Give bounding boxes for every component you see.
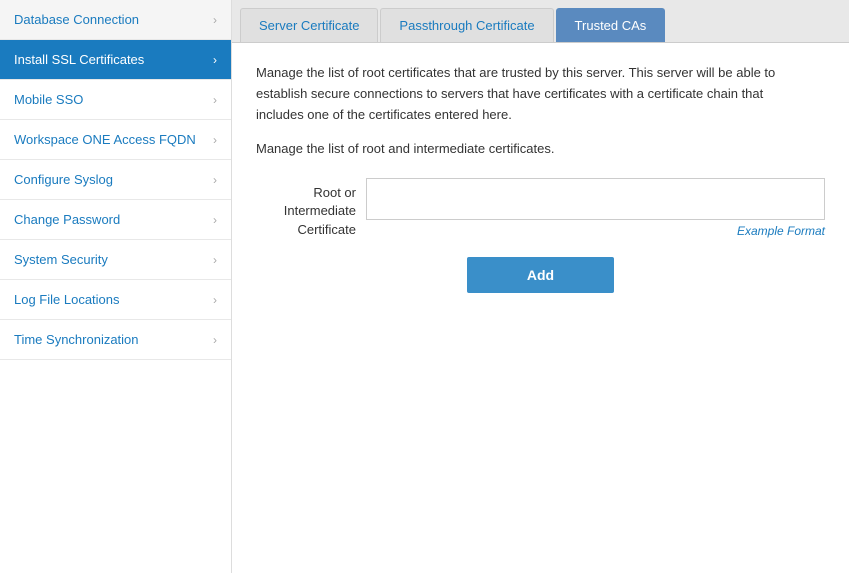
sidebar-item-time-synchronization[interactable]: Time Synchronization › [0,320,231,360]
sidebar-item-configure-syslog[interactable]: Configure Syslog › [0,160,231,200]
chevron-icon: › [213,173,217,187]
sidebar-item-label: Time Synchronization [14,332,139,347]
add-button[interactable]: Add [467,257,614,293]
sidebar-item-change-password[interactable]: Change Password › [0,200,231,240]
chevron-icon: › [213,253,217,267]
sidebar-item-database-connection[interactable]: Database Connection › [0,0,231,40]
chevron-icon: › [213,293,217,307]
add-button-container: Add [256,257,825,293]
cert-field-label: Root or Intermediate Certificate [256,178,356,239]
example-format-link[interactable]: Example Format [366,224,825,238]
sidebar-item-system-security[interactable]: System Security › [0,240,231,280]
sidebar-item-log-file-locations[interactable]: Log File Locations › [0,280,231,320]
sidebar-item-label: Log File Locations [14,292,120,307]
sidebar-item-label: Mobile SSO [14,92,83,107]
chevron-icon: › [213,13,217,27]
certificate-textarea[interactable] [366,178,825,220]
sidebar-item-label: Database Connection [14,12,139,27]
sidebar-item-label: System Security [14,252,108,267]
tab-passthrough-certificate[interactable]: Passthrough Certificate [380,8,553,42]
description-text-2: Manage the list of root and intermediate… [256,139,776,160]
description-text-1: Manage the list of root certificates tha… [256,63,776,125]
chevron-icon: › [213,53,217,67]
sidebar-item-label: Workspace ONE Access FQDN [14,132,196,147]
sidebar-item-label: Configure Syslog [14,172,113,187]
main-content: Server CertificatePassthrough Certificat… [232,0,849,573]
chevron-icon: › [213,333,217,347]
chevron-icon: › [213,93,217,107]
content-panel: Manage the list of root certificates tha… [232,43,849,573]
cert-field-row: Root or Intermediate Certificate Example… [256,178,825,239]
chevron-icon: › [213,213,217,227]
sidebar-item-workspace-one-access-fqdn[interactable]: Workspace ONE Access FQDN › [0,120,231,160]
sidebar-item-install-ssl-certificates[interactable]: Install SSL Certificates › [0,40,231,80]
tab-trusted-cas[interactable]: Trusted CAs [556,8,666,42]
tabs-bar: Server CertificatePassthrough Certificat… [232,0,849,43]
chevron-icon: › [213,133,217,147]
sidebar-item-label: Install SSL Certificates [14,52,144,67]
sidebar-item-label: Change Password [14,212,120,227]
sidebar-item-mobile-sso[interactable]: Mobile SSO › [0,80,231,120]
tab-server-certificate[interactable]: Server Certificate [240,8,378,42]
sidebar: Database Connection › Install SSL Certif… [0,0,232,573]
